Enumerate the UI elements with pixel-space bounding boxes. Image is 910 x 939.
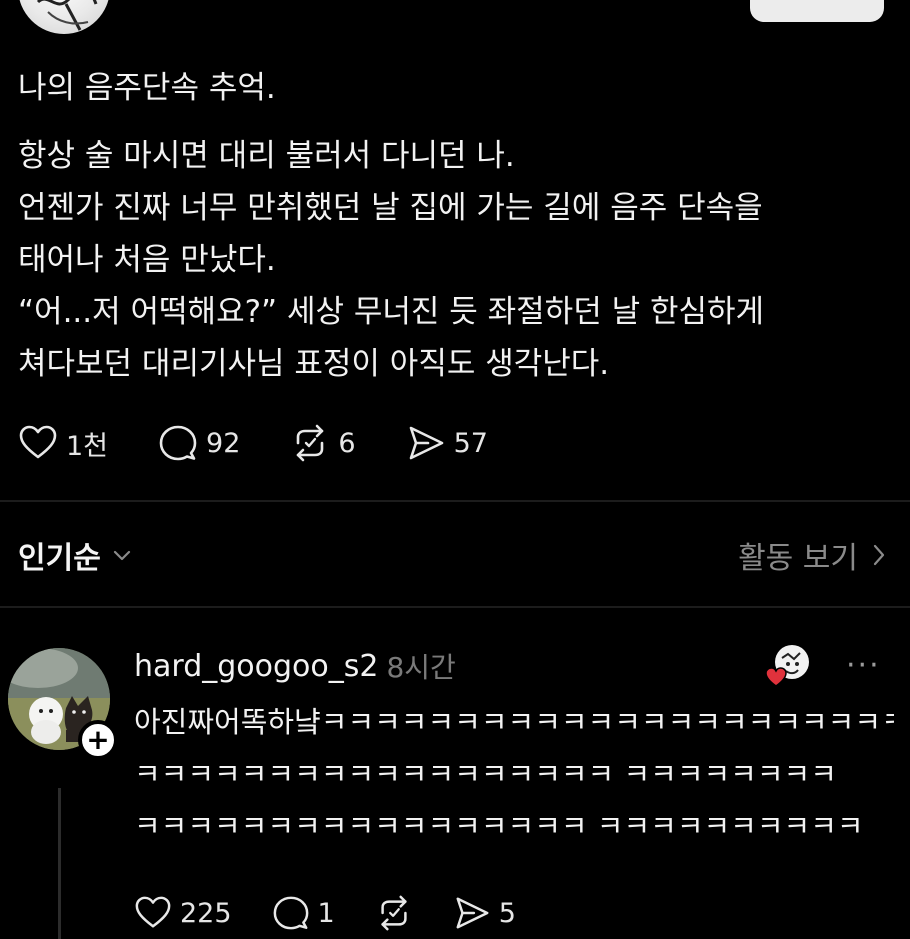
post-line: 태어나 처음 만났다. xyxy=(18,242,276,278)
repost-button[interactable]: 6 xyxy=(290,423,356,463)
comment-body: 아진짜어똑하냨ㅋㅋㅋㅋㅋㅋㅋㅋㅋㅋㅋㅋㅋㅋㅋㅋㅋㅋㅋㅋㅋㅋ ㅋㅋㅋㅋㅋㅋㅋㅋㅋㅋ… xyxy=(134,696,894,852)
comment-line: 아진짜어똑하냨ㅋㅋㅋㅋㅋㅋㅋㅋㅋㅋㅋㅋㅋㅋㅋㅋㅋㅋㅋㅋㅋㅋ xyxy=(134,705,894,739)
like-count: 1천 xyxy=(66,430,109,462)
send-icon xyxy=(456,897,489,929)
thread-line xyxy=(58,788,61,939)
post-line: 언젠가 진짜 너무 만취했던 날 집에 가는 길에 음주 단속을 xyxy=(18,190,763,226)
comment-reply-count: 1 xyxy=(317,897,335,929)
author-liked-badge xyxy=(764,642,812,690)
comment-button[interactable]: 92 xyxy=(158,423,240,463)
repost-count: 6 xyxy=(338,427,356,459)
comment-share-count: 5 xyxy=(498,897,516,929)
post-line: 쳐다보던 대리기사님 표정이 아직도 생각난다. xyxy=(18,346,610,382)
view-activity-link[interactable]: 활동 보기 xyxy=(738,533,888,577)
post-action-bar: 1천 92 6 57 xyxy=(18,418,538,468)
author-avatar-drawing xyxy=(36,0,98,31)
divider xyxy=(0,500,910,502)
author-liked-icon xyxy=(765,645,809,687)
heart-icon xyxy=(19,425,57,459)
like-button[interactable]: 1천 xyxy=(18,423,108,463)
sort-dropdown[interactable]: 인기순 xyxy=(18,533,133,577)
chevron-right-icon xyxy=(873,544,885,566)
comment-share-button[interactable]: 5 xyxy=(453,894,516,932)
post-lead: 나의 음주단속 추억. xyxy=(18,70,276,106)
comment-header: hard_googoo_s2 8시간 xyxy=(134,642,456,690)
comment-repost-button[interactable] xyxy=(375,894,413,932)
repost-icon xyxy=(297,424,324,462)
comment-bubble-icon xyxy=(273,896,308,930)
follow-button[interactable] xyxy=(750,0,884,22)
more-options-icon[interactable]: ··· xyxy=(846,648,881,683)
post-body: 나의 음주단속 추억. 항상 술 마시면 대리 불러서 다니던 나. 언젠가 진… xyxy=(18,62,888,390)
view-activity-label: 활동 보기 xyxy=(738,541,858,576)
share-button[interactable]: 57 xyxy=(406,423,488,463)
divider xyxy=(0,606,910,608)
share-count: 57 xyxy=(453,427,488,459)
comment-like-count: 225 xyxy=(180,897,232,929)
repost-icon xyxy=(381,895,407,931)
author-avatar[interactable] xyxy=(18,0,110,34)
sort-row: 인기순 활동 보기 xyxy=(18,530,888,580)
thread-post-page: 나의 음주단속 추억. 항상 술 마시면 대리 불러서 다니던 나. 언젠가 진… xyxy=(0,0,910,939)
post-line: 항상 술 마시면 대리 불러서 다니던 나. xyxy=(18,138,515,174)
sort-label: 인기순 xyxy=(18,541,101,576)
comment-reply-button[interactable]: 1 xyxy=(272,894,335,932)
comment-like-button[interactable]: 225 xyxy=(134,894,232,932)
comment-timestamp: 8시간 xyxy=(386,651,456,684)
comment-line: ㅋㅋㅋㅋㅋㅋㅋㅋㅋㅋㅋㅋㅋㅋㅋㅋㅋㅋ ㅋㅋㅋㅋㅋㅋㅋㅋ xyxy=(134,757,837,791)
follow-badge[interactable]: + xyxy=(78,720,118,760)
comment-bubble-icon xyxy=(159,425,197,461)
comment-line: ㅋㅋㅋㅋㅋㅋㅋㅋㅋㅋㅋㅋㅋㅋㅋㅋㅋ ㅋㅋㅋㅋㅋㅋㅋㅋㅋㅋ xyxy=(134,809,864,843)
post-line: “어...저 어떡해요?” 세상 무너진 듯 좌절하던 날 한심하게 xyxy=(18,294,765,330)
heart-icon xyxy=(135,896,171,928)
comment-action-bar: 225 1 5 xyxy=(134,888,556,938)
comment-username[interactable]: hard_googoo_s2 xyxy=(134,649,378,684)
send-icon xyxy=(409,426,443,460)
chevron-down-icon xyxy=(113,550,130,561)
comment-count: 92 xyxy=(206,427,241,459)
